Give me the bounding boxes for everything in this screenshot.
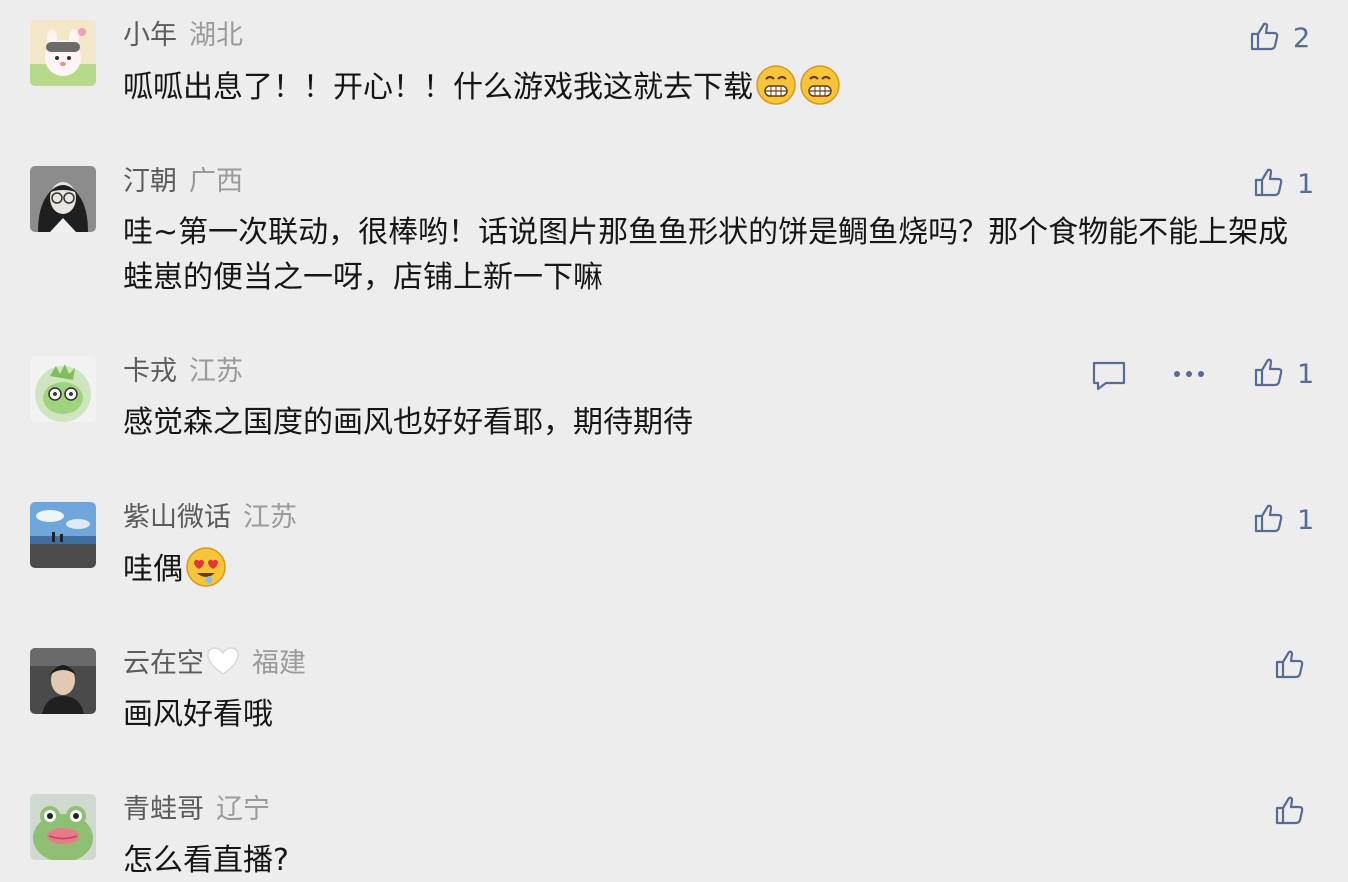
comment-item: 紫山微话 江苏 哇偶 1 bbox=[0, 502, 1348, 612]
like-count: 1 bbox=[1297, 168, 1315, 200]
like-button[interactable] bbox=[1274, 794, 1306, 830]
region-label: 江苏 bbox=[243, 502, 297, 533]
avatar-image bbox=[30, 20, 96, 86]
nickname[interactable]: 卡戎 bbox=[123, 356, 177, 387]
avatar[interactable] bbox=[30, 794, 96, 860]
avatar-image bbox=[30, 166, 96, 232]
thumbs-up-icon bbox=[1274, 648, 1306, 684]
comment-text: 呱呱出息了！！开心！！什么游戏我这就去下载 bbox=[123, 64, 1298, 119]
comment-meta: 紫山微话 江苏 bbox=[123, 500, 297, 536]
white-heart-icon bbox=[206, 646, 240, 686]
comment-meta: 云在空 福建 bbox=[123, 646, 306, 686]
avatar[interactable] bbox=[30, 356, 96, 422]
comment-text: 怎么看直播? bbox=[123, 843, 289, 878]
comment-text: 画风好看哦 bbox=[123, 697, 273, 732]
thumbs-up-icon bbox=[1253, 356, 1285, 392]
grinning-face-icon bbox=[799, 64, 841, 119]
comment-text: 哇~第一次联动，很棒哟！话说图片那鱼鱼形状的饼是鲷鱼烧吗？那个食物能不能上架成蛙… bbox=[123, 215, 1289, 295]
comment-meta: 汀朝 广西 bbox=[123, 164, 243, 200]
like-button[interactable]: 1 bbox=[1253, 166, 1314, 202]
comment-item: 汀朝 广西 哇~第一次联动，很棒哟！话说图片那鱼鱼形状的饼是鲷鱼烧吗？那个食物能不… bbox=[0, 166, 1348, 316]
thumbs-up-icon bbox=[1253, 166, 1285, 202]
comment-text-body: 哇偶 bbox=[123, 552, 183, 587]
comment-meta: 青蛙哥 辽宁 bbox=[123, 792, 270, 828]
thumbs-up-icon bbox=[1249, 20, 1281, 56]
comment-text-body: 呱呱出息了！！开心！！什么游戏我这就去下载 bbox=[123, 70, 753, 105]
comment-item: 云在空 福建 画风好看哦 bbox=[0, 646, 1348, 758]
nickname[interactable]: 汀朝 bbox=[123, 166, 177, 197]
region-label: 辽宁 bbox=[216, 794, 270, 825]
comment-list: 小年 湖北 呱呱出息了！！开心！！什么游戏我这就去下载 2 汀朝 广西 哇~第一次联… bbox=[0, 0, 1348, 882]
like-button[interactable] bbox=[1274, 648, 1306, 684]
nickname[interactable]: 青蛙哥 bbox=[123, 794, 204, 825]
avatar-image bbox=[30, 502, 96, 568]
avatar-image bbox=[30, 356, 96, 422]
like-button[interactable]: 2 bbox=[1249, 20, 1310, 56]
nickname[interactable]: 小年 bbox=[123, 20, 177, 51]
more-icon[interactable] bbox=[1172, 362, 1206, 390]
like-count: 1 bbox=[1297, 358, 1315, 390]
avatar[interactable] bbox=[30, 648, 96, 714]
comment-meta: 小年 湖北 bbox=[123, 18, 243, 54]
heart-eyes-drool-icon bbox=[185, 546, 227, 601]
region-label: 福建 bbox=[252, 648, 306, 679]
region-label: 广西 bbox=[189, 166, 243, 197]
avatar[interactable] bbox=[30, 502, 96, 568]
reply-icon[interactable] bbox=[1091, 360, 1127, 396]
avatar-image bbox=[30, 794, 96, 860]
comment-text: 感觉森之国度的画风也好好看耶，期待期待 bbox=[123, 405, 693, 440]
grinning-face-icon bbox=[755, 64, 797, 119]
comment-item: 青蛙哥 辽宁 怎么看直播? bbox=[0, 794, 1348, 882]
comment-item: 小年 湖北 呱呱出息了！！开心！！什么游戏我这就去下载 2 bbox=[0, 20, 1348, 130]
like-count: 2 bbox=[1293, 22, 1311, 54]
region-label: 湖北 bbox=[189, 20, 243, 51]
like-count: 1 bbox=[1297, 504, 1315, 536]
region-label: 江苏 bbox=[189, 356, 243, 387]
avatar[interactable] bbox=[30, 166, 96, 232]
thumbs-up-icon bbox=[1274, 794, 1306, 830]
like-button[interactable]: 1 bbox=[1253, 356, 1314, 392]
nickname[interactable]: 云在空 bbox=[123, 648, 204, 679]
avatar-image bbox=[30, 648, 96, 714]
comment-item: 卡戎 江苏 感觉森之国度的画风也好好看耶，期待期待 1 bbox=[0, 356, 1348, 466]
thumbs-up-icon bbox=[1253, 502, 1285, 538]
comment-text: 哇偶 bbox=[123, 546, 1298, 601]
comment-meta: 卡戎 江苏 bbox=[123, 354, 243, 390]
avatar[interactable] bbox=[30, 20, 96, 86]
like-button[interactable]: 1 bbox=[1253, 502, 1314, 538]
nickname[interactable]: 紫山微话 bbox=[123, 502, 231, 533]
